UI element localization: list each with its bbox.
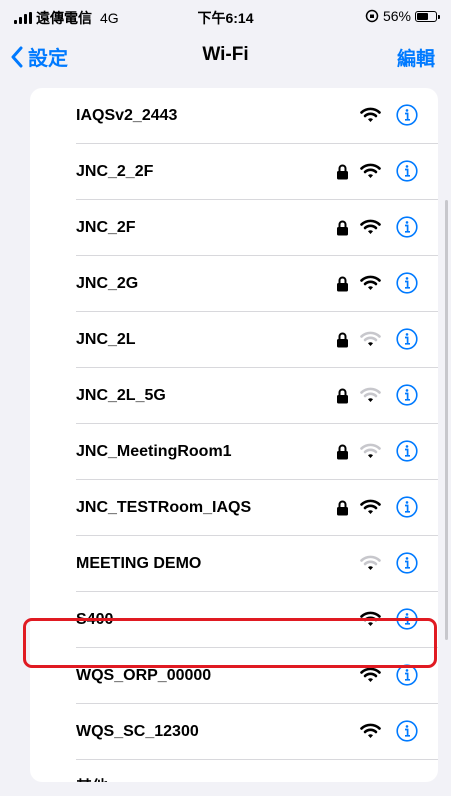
network-name: JNC_2G	[76, 275, 139, 292]
info-icon[interactable]	[396, 496, 418, 518]
lock-icon	[336, 500, 349, 516]
info-icon[interactable]	[396, 160, 418, 182]
wifi-icon	[360, 499, 381, 515]
wifi-icon	[360, 387, 381, 403]
navigation-bar: 設定 Wi-Fi 編輯	[0, 30, 451, 80]
wifi-icon	[360, 667, 381, 683]
network-name: JNC_2F	[76, 219, 136, 236]
wifi-icon	[360, 611, 381, 627]
wifi-icon	[360, 275, 381, 291]
info-icon[interactable]	[396, 216, 418, 238]
lock-icon	[336, 332, 349, 348]
info-icon[interactable]	[396, 384, 418, 406]
network-row[interactable]: JNC_2L_5G	[30, 368, 438, 424]
network-row[interactable]: JNC_2_2F	[30, 144, 438, 200]
network-row[interactable]: IAQSv2_2443	[30, 88, 438, 144]
page-title: Wi-Fi	[202, 44, 249, 65]
info-icon[interactable]	[396, 720, 418, 742]
network-row[interactable]: JNC_2L	[30, 312, 438, 368]
network-name: IAQSv2_2443	[76, 107, 178, 124]
other-network-label: 其他⋯	[76, 760, 124, 782]
network-row[interactable]: JNC_2F	[30, 200, 438, 256]
wifi-icon	[360, 107, 381, 123]
network-name: WQS_SC_12300	[76, 723, 199, 740]
network-list: IAQSv2_2443 JNC_2_2F JNC_2F JNC_2G JNC_2L JNC…	[30, 88, 438, 782]
network-row[interactable]: WQS_ORP_00000	[30, 648, 438, 704]
lock-icon	[336, 276, 349, 292]
info-icon[interactable]	[396, 104, 418, 126]
wifi-icon	[360, 555, 381, 571]
network-row[interactable]: JNC_2G	[30, 256, 438, 312]
network-name: S400	[76, 611, 114, 628]
wifi-icon	[360, 443, 381, 459]
info-icon[interactable]	[396, 608, 418, 630]
network-name: WQS_ORP_00000	[76, 667, 212, 684]
info-icon[interactable]	[396, 664, 418, 686]
network-row[interactable]: WQS_SC_12300	[30, 704, 438, 760]
network-row[interactable]: JNC_MeetingRoom1	[30, 424, 438, 480]
network-name: MEETING DEMO	[76, 555, 202, 572]
wifi-icon	[360, 331, 381, 347]
lock-icon	[336, 388, 349, 404]
network-name: JNC_TESTRoom_IAQS	[76, 499, 252, 516]
other-network-row[interactable]: 其他⋯	[30, 760, 438, 782]
info-icon[interactable]	[396, 328, 418, 350]
battery-percent: 56%	[382, 8, 411, 24]
orientation-lock-icon	[365, 9, 379, 23]
scrollbar[interactable]	[445, 200, 448, 640]
network-row[interactable]: MEETING DEMO	[30, 536, 438, 592]
network-row[interactable]: JNC_TESTRoom_IAQS	[30, 480, 438, 536]
wifi-icon	[360, 219, 381, 235]
wifi-icon	[360, 723, 381, 739]
info-icon[interactable]	[396, 272, 418, 294]
lock-icon	[336, 220, 349, 236]
network-name: JNC_2L	[76, 331, 136, 348]
info-icon[interactable]	[396, 552, 418, 574]
battery-icon	[415, 10, 440, 22]
status-right: 56%	[365, 8, 440, 24]
edit-button[interactable]: 編輯	[397, 44, 435, 71]
lock-icon	[336, 164, 349, 180]
network-name: JNC_2L_5G	[76, 387, 166, 404]
wifi-icon	[360, 163, 381, 179]
network-name: JNC_2_2F	[76, 163, 154, 180]
info-icon[interactable]	[396, 440, 418, 462]
status-bar: 遠傳電信 4G 下午6:14 56%	[0, 0, 451, 30]
network-name: JNC_MeetingRoom1	[76, 443, 232, 460]
lock-icon	[336, 444, 349, 460]
network-row[interactable]: S400	[30, 592, 438, 648]
